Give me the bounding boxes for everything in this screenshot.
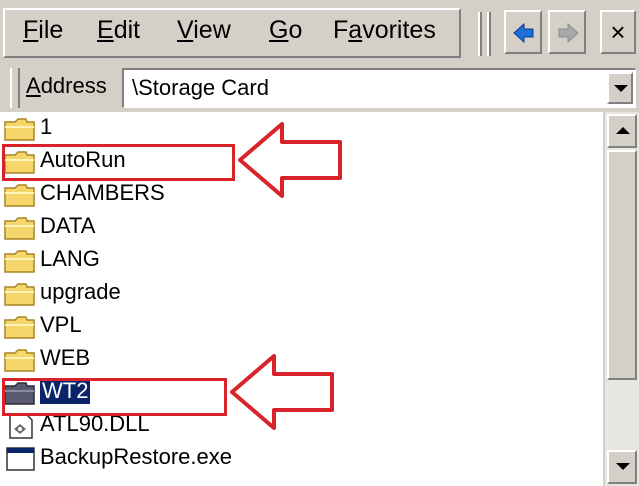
- file-name: upgrade: [40, 279, 121, 304]
- menu-view[interactable]: View: [177, 16, 231, 45]
- toolbar-grip-2: [487, 12, 491, 56]
- address-value[interactable]: \Storage Card: [132, 75, 269, 101]
- menu-go[interactable]: Go: [269, 16, 302, 45]
- forward-arrow-icon: [558, 22, 579, 44]
- list-item[interactable]: DATA: [0, 211, 600, 244]
- scroll-thumb[interactable]: [607, 150, 637, 380]
- folder-icon: [4, 283, 35, 306]
- file-name: 1: [40, 114, 53, 139]
- folder-icon: [4, 349, 35, 372]
- back-arrow-icon: [513, 22, 534, 44]
- list-item[interactable]: upgrade: [0, 277, 600, 310]
- list-item[interactable]: VPL: [0, 310, 600, 343]
- menu-bar: File Edit View Go Favorites: [3, 8, 461, 58]
- menu-edit[interactable]: Edit: [97, 16, 140, 45]
- dll-file-icon: [9, 413, 33, 439]
- menu-favorites[interactable]: Favorites: [333, 16, 436, 45]
- forward-button[interactable]: [548, 10, 586, 54]
- highlight-box-wt2: [2, 378, 227, 416]
- close-icon: ×: [610, 17, 626, 47]
- toolbar-grip[interactable]: [478, 12, 482, 56]
- highlight-box-autorun: [2, 144, 235, 181]
- address-grip-line: [15, 68, 20, 108]
- menu-file[interactable]: File: [23, 16, 63, 45]
- file-explorer-window: File Edit View Go Favorites × Address \S…: [0, 0, 639, 486]
- folder-icon: [4, 184, 35, 207]
- address-label: Address: [26, 73, 107, 98]
- scroll-up-button[interactable]: [607, 114, 637, 148]
- folder-icon: [4, 217, 35, 240]
- file-name: CHAMBERS: [40, 180, 165, 205]
- address-dropdown-button[interactable]: [607, 72, 633, 104]
- list-item[interactable]: BackupRestore.exe: [0, 442, 600, 475]
- vertical-scrollbar[interactable]: [605, 112, 639, 486]
- folder-icon: [4, 250, 35, 273]
- file-name: LANG: [40, 246, 100, 271]
- address-bar: Address \Storage Card: [6, 66, 636, 110]
- folder-icon: [4, 118, 35, 141]
- file-name: DATA: [40, 213, 96, 238]
- folder-icon: [4, 316, 35, 339]
- file-name: BackupRestore.exe: [40, 444, 232, 469]
- file-name: WEB: [40, 345, 91, 370]
- scroll-down-button[interactable]: [607, 450, 637, 484]
- exe-file-icon: [6, 447, 35, 471]
- list-item[interactable]: LANG: [0, 244, 600, 277]
- file-name: VPL: [40, 312, 82, 337]
- arrow-left-icon: [230, 354, 334, 430]
- arrow-left-icon: [238, 122, 342, 198]
- address-field[interactable]: \Storage Card: [122, 68, 636, 108]
- back-button[interactable]: [504, 10, 542, 54]
- close-button[interactable]: ×: [600, 10, 636, 54]
